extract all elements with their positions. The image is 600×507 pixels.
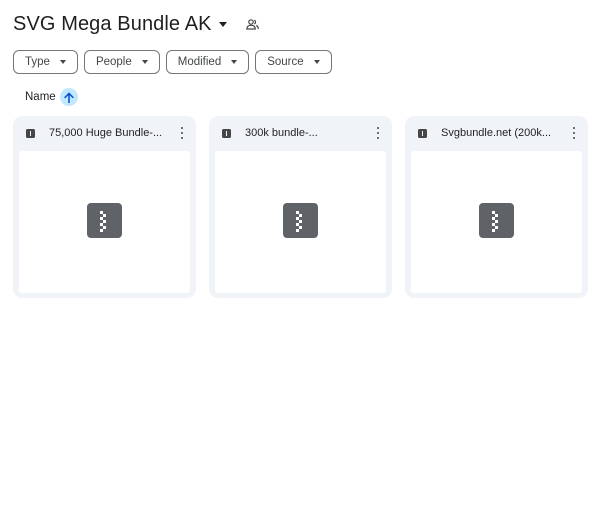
zip-archive-icon <box>87 203 122 238</box>
more-actions-icon[interactable] <box>179 127 185 139</box>
sort-by-name-label[interactable]: Name <box>25 91 56 103</box>
chevron-down-icon <box>231 60 238 64</box>
chevron-down-icon <box>59 60 66 64</box>
filter-type-chip[interactable]: Type <box>13 50 78 74</box>
file-thumbnail[interactable] <box>215 151 386 293</box>
filter-people-chip[interactable]: People <box>83 50 160 74</box>
folder-title[interactable]: SVG Mega Bundle AK <box>13 13 212 36</box>
file-thumbnail[interactable] <box>19 151 190 293</box>
file-card-header: Svgbundle.net (200k... <box>405 116 588 150</box>
more-actions-icon[interactable] <box>375 127 381 139</box>
file-name: Svgbundle.net (200k... <box>441 127 552 139</box>
zip-archive-icon <box>283 203 318 238</box>
filter-bar: Type People Modified Source <box>13 50 332 74</box>
filter-modified-label: Modified <box>177 56 222 68</box>
file-card-header: 300k bundle-... <box>209 116 392 150</box>
sort-control: Name <box>25 88 78 106</box>
zip-file-icon <box>26 128 35 138</box>
file-card[interactable]: 75,000 Huge Bundle-... <box>13 116 196 298</box>
file-card[interactable]: 300k bundle-... <box>209 116 392 298</box>
sort-direction-button[interactable] <box>59 88 78 106</box>
zip-file-icon <box>222 128 231 138</box>
filter-source-chip[interactable]: Source <box>255 50 332 74</box>
caret-down-icon[interactable] <box>218 21 227 27</box>
file-card[interactable]: Svgbundle.net (200k... <box>405 116 588 298</box>
more-actions-icon[interactable] <box>571 127 577 139</box>
filter-type-label: Type <box>25 56 50 68</box>
chevron-down-icon <box>313 60 320 64</box>
file-card-header: 75,000 Huge Bundle-... <box>13 116 196 150</box>
file-name: 300k bundle-... <box>245 127 318 139</box>
file-grid: 75,000 Huge Bundle-... 300k bundle-... S… <box>13 116 588 298</box>
zip-file-icon <box>418 128 427 138</box>
folder-header: SVG Mega Bundle AK <box>13 10 261 38</box>
zip-archive-icon <box>479 203 514 238</box>
chevron-down-icon <box>141 60 148 64</box>
filter-source-label: Source <box>267 56 304 68</box>
people-icon[interactable] <box>245 16 261 32</box>
filter-people-label: People <box>95 56 132 68</box>
filter-modified-chip[interactable]: Modified <box>165 50 250 74</box>
arrow-up-icon <box>63 91 74 103</box>
file-name: 75,000 Huge Bundle-... <box>49 127 163 139</box>
file-thumbnail[interactable] <box>411 151 582 293</box>
